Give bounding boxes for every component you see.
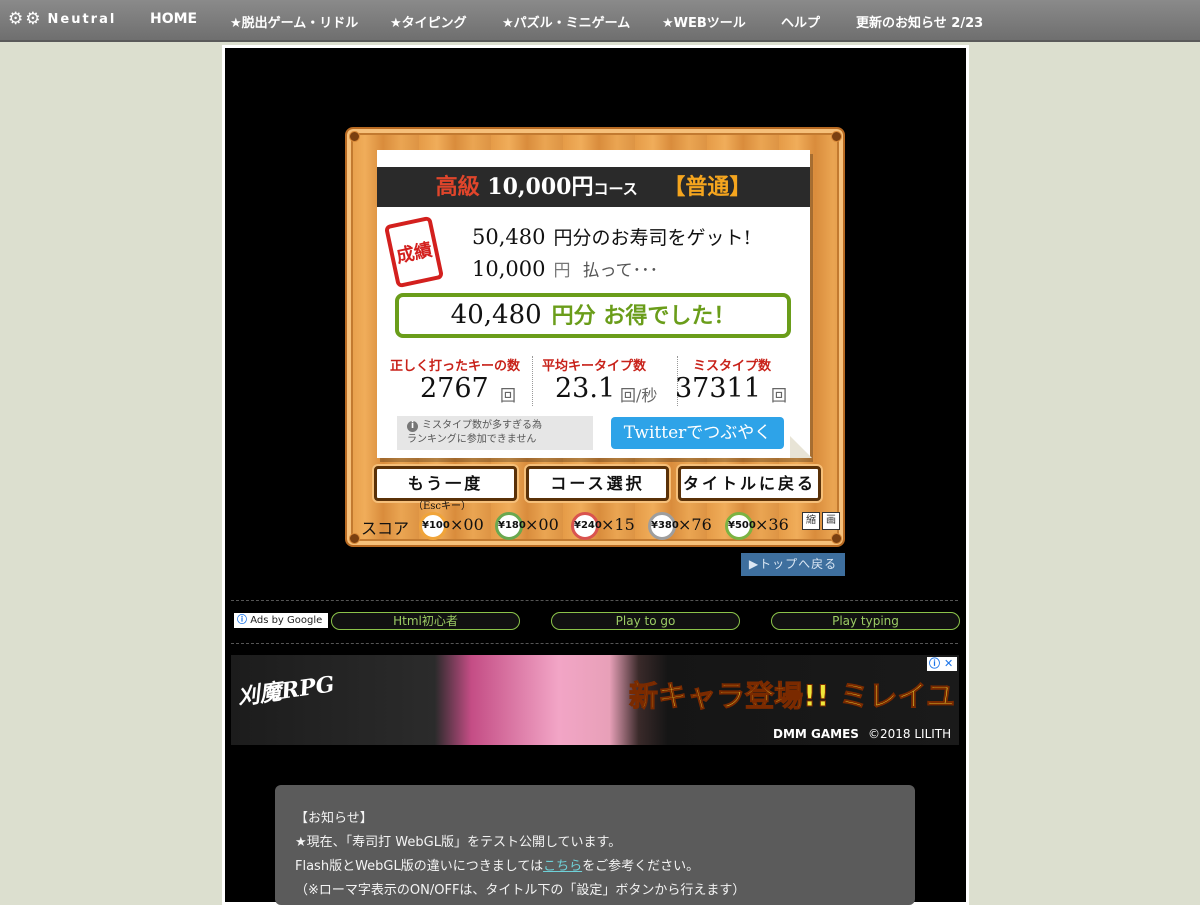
- warning-line-2: ランキングに参加できません: [407, 434, 537, 445]
- banner-game-logo: 刈魔RPG: [235, 671, 337, 711]
- plate-380-icon: ¥380: [648, 512, 679, 540]
- paid-text: 払って･･･: [582, 261, 659, 281]
- back-to-top-button[interactable]: ▶トップへ戻る: [741, 553, 845, 576]
- ad-link-play-to-go[interactable]: Play to go: [551, 612, 740, 630]
- course-level: 【普通】: [663, 174, 752, 200]
- nav-help[interactable]: ヘルプ: [781, 12, 820, 31]
- plate-100-count: ×00: [450, 515, 484, 534]
- plate-180-icon: ¥180: [495, 512, 526, 540]
- site-logo[interactable]: ⚙ ⚙ Neutral: [8, 9, 116, 29]
- course-grade: 高級: [435, 174, 480, 200]
- back-to-title-button[interactable]: タイトルに戻る: [678, 466, 821, 501]
- gear-icon: ⚙: [8, 9, 24, 29]
- stat-mistypes-value: 37311: [675, 373, 761, 404]
- stat-correct-keys-label: 正しく打ったキーの数: [390, 359, 521, 374]
- score-label: スコア: [361, 519, 410, 538]
- divider: [231, 643, 958, 644]
- course-amount: 10,000円: [487, 174, 594, 200]
- notice-title: 【お知らせ】: [295, 811, 373, 826]
- plate-500-icon: ¥500: [725, 512, 756, 540]
- esc-key-hint: （Escキー）: [413, 501, 472, 512]
- sushi-earned-line: 50,480 円分のお寿司をゲット!: [472, 223, 751, 250]
- gear-icon: ⚙: [25, 9, 41, 29]
- ad-info-icon[interactable]: ⓘ: [929, 657, 940, 671]
- course-title: 高級 10,000円コース 【普通】: [377, 167, 810, 207]
- info-icon: i: [407, 421, 418, 432]
- stat-avg-speed-value: 23.1: [555, 373, 616, 404]
- nail-icon: [349, 131, 360, 142]
- notice-line-3: （※ローマ字表示のON/OFFは、タイトル下の「設定」ボタンから行えます）: [295, 883, 746, 898]
- warning-line-1: ミスタイプ数が多すぎる為: [422, 420, 542, 431]
- nav-updates-label: 更新のお知らせ: [856, 16, 947, 31]
- retry-button[interactable]: もう一度: [374, 466, 517, 501]
- plate-240-count: ×15: [601, 515, 635, 534]
- divider: [231, 600, 958, 601]
- banner-brand: DMM GAMES: [773, 727, 859, 741]
- nav-home[interactable]: HOME: [150, 11, 197, 27]
- profit-amount: 40,480: [450, 300, 542, 330]
- sushi-earned-amount: 50,480: [472, 225, 546, 249]
- nail-icon: [831, 533, 842, 544]
- screen-icon[interactable]: 画: [822, 512, 840, 530]
- paid-amount: 10,000: [472, 257, 546, 281]
- profit-box: 40,480 円分 お得でした！: [395, 293, 791, 338]
- plate-100-icon: ¥100: [419, 512, 450, 540]
- paper-fold: [790, 436, 812, 458]
- stat-correct-keys-unit: 回: [500, 386, 517, 405]
- course-unit: コース: [593, 180, 638, 198]
- notice-link-here[interactable]: こちら: [543, 859, 582, 874]
- notice-line-1: ★現在、「寿司打 WebGL版」をテスト公開しています。: [295, 835, 622, 850]
- banner-copyright: ©2018 LILITH: [868, 727, 952, 741]
- ad-link-html[interactable]: Html初心者: [331, 612, 520, 630]
- course-select-button[interactable]: コース選択: [526, 466, 669, 501]
- top-nav-bar: ⚙ ⚙ Neutral HOME ★脱出ゲーム・リドル ★タイピング ★パズル・…: [0, 0, 1200, 42]
- nail-icon: [831, 131, 842, 142]
- banner-headline: 新キャラ登場!! ミレイユ: [629, 679, 956, 714]
- sushi-earned-text: 円分のお寿司をゲット!: [553, 227, 752, 249]
- notice-box: 【お知らせ】 ★現在、「寿司打 WebGL版」をテスト公開しています。 Flas…: [275, 785, 915, 905]
- nav-updates-date: 2/23: [951, 16, 984, 31]
- plate-380-count: ×76: [678, 515, 712, 534]
- ad-link-play-typing[interactable]: Play typing: [771, 612, 960, 630]
- ranking-warning: i ミスタイプ数が多すぎる為 ランキングに参加できません: [397, 416, 593, 450]
- stat-mistypes-label: ミスタイプ数: [693, 359, 772, 374]
- ad-controls: ⓘ ✕: [927, 657, 957, 671]
- nail-icon: [349, 533, 360, 544]
- ads-by-google[interactable]: ⓘ Ads by Google: [234, 613, 328, 628]
- profit-text: 円分 お得でした！: [551, 303, 736, 329]
- ad-banner[interactable]: 刈魔RPG 新キャラ登場!! ミレイユ DMM GAMES ©2018 LILI…: [231, 655, 959, 745]
- nav-puzzle[interactable]: ★パズル・ミニゲーム: [502, 12, 630, 31]
- shrink-icon[interactable]: 縮: [802, 512, 820, 530]
- stat-mistypes-unit: 回: [771, 386, 788, 405]
- site-logo-text: Neutral: [47, 11, 117, 27]
- stat-avg-speed-unit: 回/秒: [620, 386, 658, 405]
- nav-escape-games[interactable]: ★脱出ゲーム・リドル: [230, 12, 358, 31]
- twitter-share-button[interactable]: Twitterでつぶやく: [611, 417, 784, 449]
- nav-typing[interactable]: ★タイピング: [390, 12, 467, 31]
- stat-correct-keys-value: 2767: [420, 373, 489, 404]
- info-icon: ⓘ: [237, 615, 247, 626]
- stat-avg-speed-label: 平均キータイプ数: [542, 359, 647, 374]
- nav-updates[interactable]: 更新のお知らせ 2/23: [856, 12, 983, 31]
- notice-line-2: Flash版とWebGL版の違いにつきましてはこちらをご参考ください。: [295, 859, 700, 874]
- stat-divider: [532, 356, 533, 406]
- ad-close-icon[interactable]: ✕: [944, 657, 953, 671]
- plate-180-count: ×00: [525, 515, 559, 534]
- paid-yen: 円: [553, 261, 571, 281]
- paid-line: 10,000 円払って･･･: [472, 256, 658, 281]
- plate-240-icon: ¥240: [571, 512, 602, 540]
- plate-500-count: ×36: [755, 515, 789, 534]
- nav-web-tools[interactable]: ★WEBツール: [662, 12, 746, 31]
